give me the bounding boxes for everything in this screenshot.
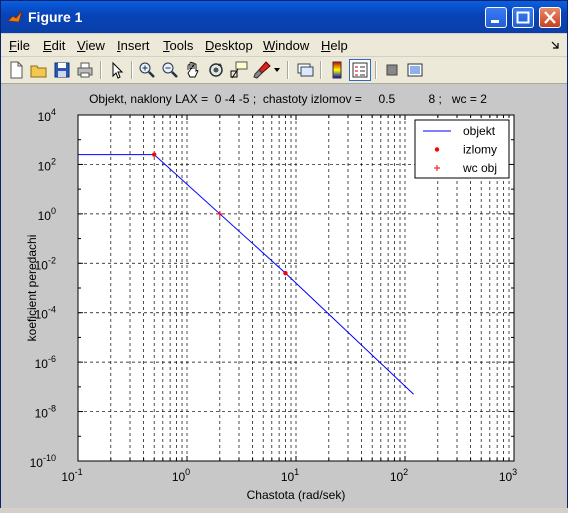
matlab-logo-icon bbox=[7, 10, 23, 23]
y-tick-label: 10-10 bbox=[30, 453, 56, 470]
izlomy-point[interactable] bbox=[151, 152, 157, 157]
legend[interactable]: objekt izlomy wc obj bbox=[414, 119, 510, 179]
toolbar-separator bbox=[287, 61, 289, 79]
maximize-button[interactable] bbox=[512, 7, 534, 28]
y-tick-label: 100 bbox=[38, 206, 56, 223]
menu-insert[interactable]: Insert bbox=[117, 38, 150, 53]
colorbar-icon[interactable] bbox=[327, 60, 347, 80]
menu-file[interactable]: File bbox=[9, 38, 30, 53]
figure-area: 10-1 100 101 102 103 10-10 10-8 10-6 10-4 10-2 100… bbox=[1, 84, 567, 508]
legend-dot-sample bbox=[434, 147, 440, 152]
window-title: Figure 1 bbox=[28, 9, 83, 25]
y-axis-label: koeficient peredachi bbox=[25, 235, 39, 342]
legend-entry-label: objekt bbox=[463, 124, 496, 138]
menu-window[interactable]: Window bbox=[263, 38, 309, 53]
toolbar-separator bbox=[131, 61, 133, 79]
hide-plot-tools-icon[interactable] bbox=[382, 60, 402, 80]
y-tick-label: 102 bbox=[38, 156, 56, 173]
brush-icon[interactable] bbox=[252, 60, 272, 80]
menu-tools[interactable]: Tools bbox=[163, 38, 193, 53]
toolbar-separator bbox=[320, 61, 322, 79]
menu-desktop[interactable]: Desktop bbox=[205, 38, 253, 53]
data-cursor-icon[interactable] bbox=[229, 60, 249, 80]
zoom-out-icon[interactable] bbox=[160, 60, 180, 80]
figure-toolbar bbox=[1, 57, 567, 84]
legend-entry-label: wc obj bbox=[462, 161, 497, 175]
pointer-icon[interactable] bbox=[107, 60, 127, 80]
menu-help[interactable]: Help bbox=[321, 38, 348, 53]
legend-icon[interactable] bbox=[349, 59, 371, 81]
show-plot-tools-icon[interactable] bbox=[405, 60, 425, 80]
minimize-button[interactable] bbox=[485, 7, 507, 28]
toolbar-separator bbox=[375, 61, 377, 79]
dock-arrow-icon[interactable] bbox=[550, 40, 560, 50]
save-icon[interactable] bbox=[52, 60, 72, 80]
open-file-icon[interactable] bbox=[29, 60, 49, 80]
title-bar[interactable]: Figure 1 bbox=[1, 1, 567, 33]
x-axis-label: Chastota (rad/sek) bbox=[247, 488, 346, 502]
x-tick-label: 100 bbox=[172, 467, 190, 484]
maximize-icon bbox=[516, 11, 530, 24]
y-tick-label: 10-8 bbox=[35, 404, 56, 421]
menu-view[interactable]: View bbox=[77, 38, 105, 53]
link-icon[interactable] bbox=[295, 60, 315, 80]
legend-entry-label: izlomy bbox=[463, 143, 497, 157]
y-tick-label: 104 bbox=[38, 107, 56, 124]
zoom-in-icon[interactable] bbox=[137, 60, 157, 80]
rotate-3d-icon[interactable] bbox=[206, 60, 226, 80]
x-tick-label: 10-1 bbox=[61, 467, 82, 484]
toolbar-separator bbox=[100, 61, 102, 79]
minimize-icon bbox=[491, 20, 499, 23]
figure-window: Figure 1 File Edit View Insert Tools Des… bbox=[0, 0, 568, 508]
x-tick-label: 101 bbox=[281, 467, 299, 484]
x-tick-label: 103 bbox=[499, 467, 517, 484]
close-button[interactable] bbox=[539, 7, 561, 28]
y-tick-label: 10-6 bbox=[35, 354, 56, 371]
chart-title: Objekt, naklony LAX = 0 -4 -5 ; chastoty… bbox=[89, 92, 487, 106]
menu-bar: File Edit View Insert Tools Desktop Wind… bbox=[1, 34, 567, 56]
pan-icon[interactable] bbox=[183, 60, 203, 80]
menu-edit[interactable]: Edit bbox=[43, 38, 65, 53]
x-tick-label: 102 bbox=[390, 467, 408, 484]
close-icon bbox=[544, 11, 556, 24]
plot-svg[interactable]: 10-1 100 101 102 10310-1010-810-610-410-2100… bbox=[1, 84, 567, 508]
izlomy-point[interactable] bbox=[283, 270, 288, 276]
new-figure-icon[interactable] bbox=[6, 60, 26, 80]
print-icon[interactable] bbox=[75, 60, 95, 80]
brush-dropdown-icon[interactable] bbox=[274, 68, 280, 73]
